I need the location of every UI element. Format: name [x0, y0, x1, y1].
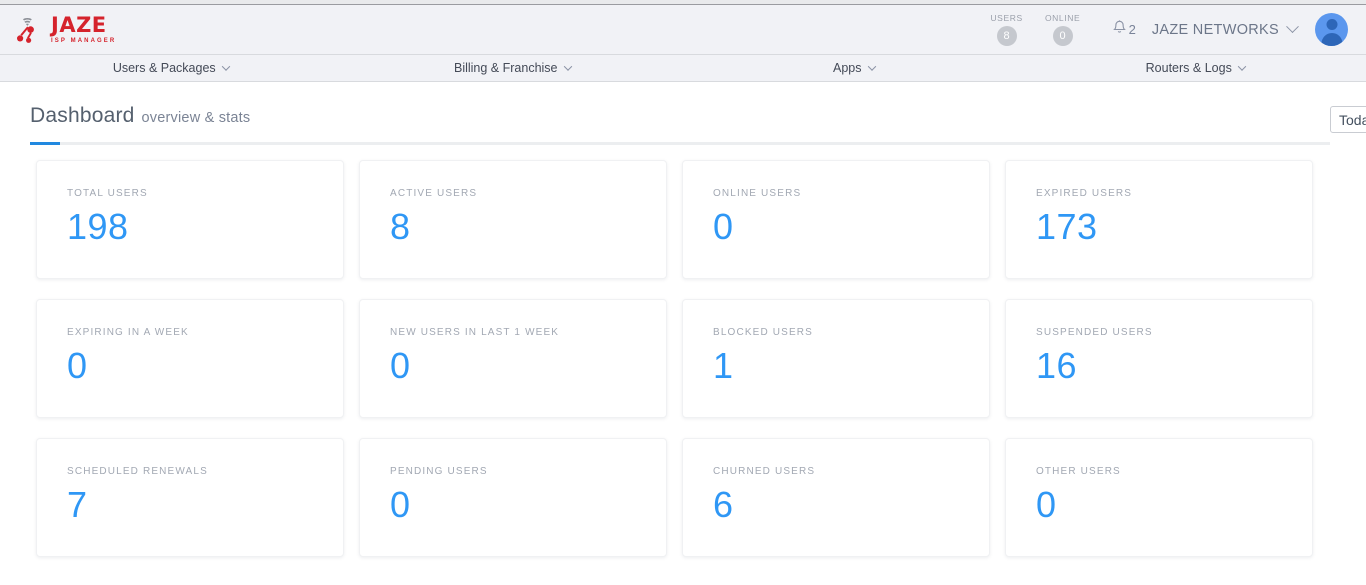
stat-card-label: NEW USERS IN LAST 1 WEEK — [390, 327, 560, 338]
stat-card-label: EXPIRED USERS — [1036, 188, 1133, 199]
chevron-down-icon — [1286, 20, 1299, 34]
stat-card-value: 1 — [713, 345, 734, 386]
organization-name: JAZE NETWORKS — [1151, 21, 1279, 38]
stat-card-suspended-users[interactable]: SUSPENDED USERS 16 — [1005, 299, 1313, 418]
brand-tagline: ISP MANAGER — [51, 38, 117, 44]
header-stat-online-label: ONLINE — [1044, 13, 1081, 23]
stat-card-label: ACTIVE USERS — [390, 188, 478, 199]
header-stat-users[interactable]: USERS 8 — [979, 13, 1035, 46]
stat-card-label: SUSPENDED USERS — [1036, 327, 1153, 338]
header-stat-users-value: 8 — [996, 26, 1017, 46]
nav-item-label: Billing & Franchise — [453, 61, 558, 75]
dashboard-filters: Today Zone: All Zones Type: Users Count — [1330, 104, 1366, 133]
stat-card-new-users-last-week[interactable]: NEW USERS IN LAST 1 WEEK 0 — [359, 299, 667, 418]
page-header: Dashboard overview & stats Today Zone: A… — [0, 82, 1366, 146]
jaze-logo-icon — [14, 15, 48, 45]
chevron-down-icon — [867, 62, 876, 71]
stat-card-pending-users[interactable]: PENDING USERS 0 — [359, 438, 667, 557]
notification-count: 2 — [1128, 22, 1136, 37]
stat-card-total-users[interactable]: TOTAL USERS 198 — [36, 160, 344, 279]
nav-item-billing-franchise[interactable]: Billing & Franchise — [342, 55, 684, 81]
notifications-button[interactable]: 2 — [1112, 19, 1136, 40]
stat-card-value: 6 — [713, 484, 734, 525]
chevron-down-icon — [221, 62, 230, 71]
stat-card-value: 0 — [713, 206, 734, 247]
stat-card-expiring-in-a-week[interactable]: EXPIRING IN A WEEK 0 — [36, 299, 344, 418]
stat-card-value: 173 — [1036, 206, 1098, 247]
stat-card-value: 0 — [390, 345, 411, 386]
stat-card-value: 0 — [67, 345, 88, 386]
stat-card-scheduled-renewals[interactable]: SCHEDULED RENEWALS 7 — [36, 438, 344, 557]
chevron-down-icon — [1237, 62, 1247, 71]
nav-item-label: Routers & Logs — [1145, 61, 1232, 75]
stat-card-expired-users[interactable]: EXPIRED USERS 173 — [1005, 160, 1313, 279]
bell-icon — [1112, 19, 1126, 40]
stat-card-label: BLOCKED USERS — [713, 327, 813, 338]
nav-item-label: Users & Packages — [112, 61, 216, 75]
stat-card-value: 16 — [1036, 345, 1078, 386]
brand-logo[interactable]: JAZE ISP MANAGER — [14, 15, 116, 45]
page-title-block: Dashboard overview & stats — [30, 104, 1330, 145]
header-stat-online[interactable]: ONLINE 0 — [1035, 13, 1091, 46]
stat-card-value: 8 — [390, 206, 411, 247]
stat-card-label: CHURNED USERS — [713, 466, 816, 477]
stat-card-active-users[interactable]: ACTIVE USERS 8 — [359, 160, 667, 279]
stat-card-label: EXPIRING IN A WEEK — [67, 327, 189, 338]
stat-card-value: 0 — [1036, 484, 1057, 525]
chevron-down-icon — [563, 62, 572, 71]
stat-card-grid: TOTAL USERS 198 ACTIVE USERS 8 ONLINE US… — [0, 146, 1366, 557]
brand-name: JAZE — [51, 13, 107, 37]
stat-card-other-users[interactable]: OTHER USERS 0 — [1005, 438, 1313, 557]
page-subtitle: overview & stats — [141, 110, 251, 126]
stat-card-value: 198 — [67, 206, 129, 247]
avatar[interactable] — [1315, 13, 1348, 46]
header-stat-online-value: 0 — [1052, 26, 1073, 46]
dashboard-page: Dashboard overview & stats Today Zone: A… — [0, 82, 1366, 585]
stat-card-blocked-users[interactable]: BLOCKED USERS 1 — [682, 299, 990, 418]
organization-dropdown[interactable]: JAZE NETWORKS — [1151, 20, 1299, 38]
nav-item-label: Apps — [833, 61, 862, 75]
main-navigation: Users & Packages Billing & Franchise App… — [0, 55, 1366, 82]
stat-card-label: PENDING USERS — [390, 466, 488, 477]
stat-card-label: SCHEDULED RENEWALS — [67, 466, 208, 477]
stat-card-label: TOTAL USERS — [67, 188, 148, 199]
stat-card-online-users[interactable]: ONLINE USERS 0 — [682, 160, 990, 279]
title-underline-accent — [30, 142, 1330, 145]
stat-card-label: ONLINE USERS — [713, 188, 802, 199]
nav-item-users-packages[interactable]: Users & Packages — [0, 55, 342, 81]
header-right-group: USERS 8 ONLINE 0 2 JAZE NETWORKS — [979, 13, 1348, 46]
stat-card-value: 7 — [67, 484, 88, 525]
nav-item-routers-logs[interactable]: Routers & Logs — [1025, 55, 1366, 81]
header-stat-users-label: USERS — [990, 13, 1023, 23]
nav-item-apps[interactable]: Apps — [683, 55, 1025, 81]
app-header: JAZE ISP MANAGER USERS 8 ONLINE 0 2 JAZE… — [0, 5, 1366, 55]
stat-card-value: 0 — [390, 484, 411, 525]
stat-card-label: OTHER USERS — [1036, 466, 1121, 477]
period-select[interactable]: Today — [1330, 106, 1366, 133]
stat-card-churned-users[interactable]: CHURNED USERS 6 — [682, 438, 990, 557]
page-title: Dashboard — [30, 104, 135, 127]
